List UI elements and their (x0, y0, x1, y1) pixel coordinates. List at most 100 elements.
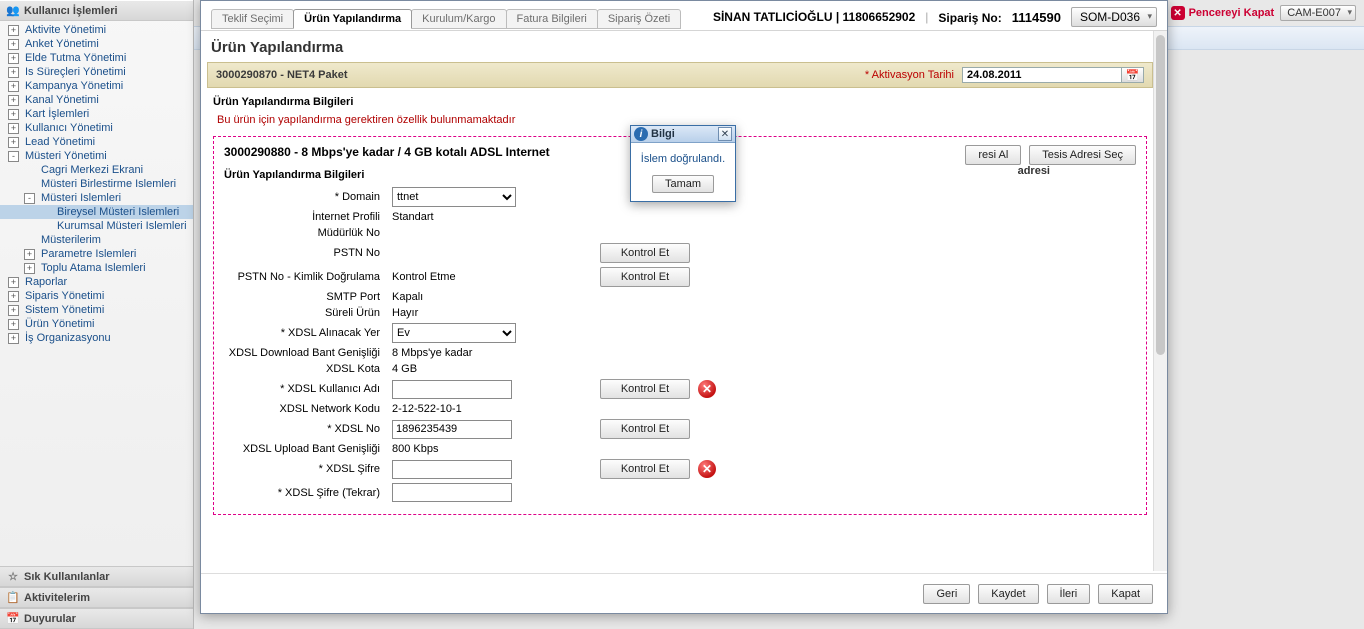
xdsl-no-input[interactable] (392, 420, 512, 439)
sureli-value: Hayır (392, 307, 592, 319)
sidebar-item[interactable]: +Raporlar (0, 275, 193, 289)
info-close-icon[interactable]: ✕ (718, 127, 732, 141)
expand-icon[interactable]: + (8, 67, 19, 78)
wizard-tab[interactable]: Ürün Yapılandırma (293, 9, 412, 29)
expand-icon[interactable]: + (8, 137, 19, 148)
xdsl-user-check-button[interactable]: Kontrol Et (600, 379, 690, 399)
sidebar-item[interactable]: Müsteri Birlestirme Islemleri (0, 177, 193, 191)
sidebar-item[interactable]: +Kanal Yönetimi (0, 93, 193, 107)
expand-icon[interactable]: + (24, 249, 35, 260)
sidebar-item[interactable]: +Kart İşlemleri (0, 107, 193, 121)
xdsl-pw-input[interactable] (392, 460, 512, 479)
sidebar-item[interactable]: + Kullanıcı Yönetimi (0, 121, 193, 135)
sidebar-item[interactable]: +Is Süreçleri Yönetimi (0, 65, 193, 79)
sidebar-item-label: Kullanıcı Yönetimi (25, 122, 113, 134)
nav-section-announcements[interactable]: 📅 Duyurular (0, 608, 193, 629)
sidebar-item[interactable]: -Müsteri Islemleri (0, 191, 193, 205)
sidebar-item-label: Cagri Merkezi Ekrani (41, 164, 143, 176)
nav-section-label: Kullanıcı İşlemleri (24, 5, 118, 17)
info-ok-button[interactable]: Tamam (652, 175, 714, 193)
expand-icon[interactable]: + (24, 263, 35, 274)
wizard-tab[interactable]: Sipariş Özeti (597, 9, 681, 29)
dialog-scrollbar[interactable] (1153, 31, 1167, 571)
star-icon: ☆ (6, 570, 20, 583)
sidebar-item-label: Siparis Yönetimi (25, 290, 104, 302)
sidebar-item[interactable]: Cagri Merkezi Ekrani (0, 163, 193, 177)
collapse-icon[interactable]: - (8, 151, 19, 162)
expand-icon[interactable]: + (8, 319, 19, 330)
activation-date-input[interactable] (962, 67, 1122, 83)
wizard-tabs: Teklif SeçimiÜrün YapılandırmaKurulum/Ka… (201, 1, 1167, 31)
next-button[interactable]: İleri (1047, 584, 1091, 604)
wizard-tab[interactable]: Kurulum/Kargo (411, 9, 506, 29)
nav-section-user-ops[interactable]: 👥 Kullanıcı İşlemleri (0, 0, 193, 21)
expand-icon[interactable]: + (8, 109, 19, 120)
xdsl-pw2-input[interactable] (392, 483, 512, 502)
error-icon: ✕ (698, 460, 716, 478)
xdsl-pw-check-button[interactable]: Kontrol Et (600, 459, 690, 479)
sidebar-item[interactable]: -Müsteri Yönetimi (0, 149, 193, 163)
sidebar-item[interactable]: +Lead Yönetimi (0, 135, 193, 149)
expand-icon[interactable]: + (8, 95, 19, 106)
clipboard-icon: 📋 (6, 591, 20, 604)
expand-icon[interactable]: + (8, 333, 19, 344)
info-modal-titlebar[interactable]: i Bilgi ✕ (631, 126, 735, 143)
cam-dropdown[interactable]: CAM-E007 (1280, 5, 1356, 21)
kota-label: XDSL Kota (224, 363, 384, 375)
xdsl-no-check-button[interactable]: Kontrol Et (600, 419, 690, 439)
expand-icon[interactable]: + (8, 81, 19, 92)
domain-select[interactable]: ttnet (392, 187, 516, 207)
expand-icon[interactable]: + (8, 39, 19, 50)
som-dropdown[interactable]: SOM-D036 (1071, 7, 1157, 27)
pstn-check-button[interactable]: Kontrol Et (600, 243, 690, 263)
sidebar-item[interactable]: +Elde Tutma Yönetimi (0, 51, 193, 65)
nav-section-favorites[interactable]: ☆ Sık Kullanılanlar (0, 566, 193, 587)
nav-section-activities[interactable]: 📋 Aktivitelerim (0, 587, 193, 608)
sidebar-item[interactable]: + Aktivite Yönetimi (0, 23, 193, 37)
xdsl-user-input[interactable] (392, 380, 512, 399)
scrollbar-thumb[interactable] (1156, 35, 1165, 355)
sidebar-item[interactable]: +Ürün Yönetimi (0, 317, 193, 331)
sidebar-item[interactable]: +Kampanya Yönetimi (0, 79, 193, 93)
expand-icon[interactable]: + (8, 25, 19, 36)
sidebar-item[interactable]: + Siparis Yönetimi (0, 289, 193, 303)
close-window-button[interactable]: ✕ Pencereyi Kapat (1171, 6, 1275, 20)
sidebar-item[interactable]: +Anket Yönetimi (0, 37, 193, 51)
close-icon: ✕ (1171, 6, 1185, 20)
wizard-tab[interactable]: Teklif Seçimi (211, 9, 294, 29)
expand-icon[interactable]: + (8, 123, 19, 134)
nav-announcements-label: Duyurular (24, 613, 76, 625)
close-button[interactable]: Kapat (1098, 584, 1153, 604)
profile-label: İnternet Profili (224, 211, 384, 223)
smtp-value: Kapalı (392, 291, 592, 303)
sidebar-item[interactable]: +Sistem Yönetimi (0, 303, 193, 317)
sidebar-item[interactable]: Kurumsal Müsteri Islemleri (0, 219, 193, 233)
mudurluk-label: Müdürlük No (224, 227, 384, 239)
sidebar-item[interactable]: +Parametre Islemleri (0, 247, 193, 261)
sidebar-item[interactable]: Müsterilerim (0, 233, 193, 247)
sidebar-item[interactable]: Bireysel Müsteri Islemleri (0, 205, 193, 219)
save-button[interactable]: Kaydet (978, 584, 1038, 604)
calendar-icon[interactable]: 📅 (1122, 67, 1144, 83)
inner-product-title: 3000290880 - 8 Mbps'ye kadar / 4 GB kota… (224, 145, 550, 159)
back-button[interactable]: Geri (923, 584, 970, 604)
tree-spacer (24, 179, 35, 190)
collapse-icon[interactable]: - (24, 193, 35, 204)
pick-address-button[interactable]: Tesis Adresi Seç (1029, 145, 1136, 165)
kota-value: 4 GB (392, 363, 592, 375)
info-modal: i Bilgi ✕ İslem doğrulandı. Tamam (630, 125, 736, 202)
get-address-button[interactable]: resi Al (965, 145, 1021, 165)
sidebar-item-label: Aktivite Yönetimi (25, 24, 106, 36)
user-label: * XDSL Kullanıcı Adı (224, 383, 384, 395)
pstn-kimlik-check-button[interactable]: Kontrol Et (600, 267, 690, 287)
expand-icon[interactable]: + (8, 305, 19, 316)
net-label: XDSL Network Kodu (224, 403, 384, 415)
sidebar-item[interactable]: +İş Organizasyonu (0, 331, 193, 345)
expand-icon[interactable]: + (8, 277, 19, 288)
yer-select[interactable]: Ev (392, 323, 516, 343)
expand-icon[interactable]: + (8, 291, 19, 302)
up-label: XDSL Upload Bant Genişliği (224, 443, 384, 455)
expand-icon[interactable]: + (8, 53, 19, 64)
sidebar-item[interactable]: +Toplu Atama Islemleri (0, 261, 193, 275)
wizard-tab[interactable]: Fatura Bilgileri (506, 9, 598, 29)
